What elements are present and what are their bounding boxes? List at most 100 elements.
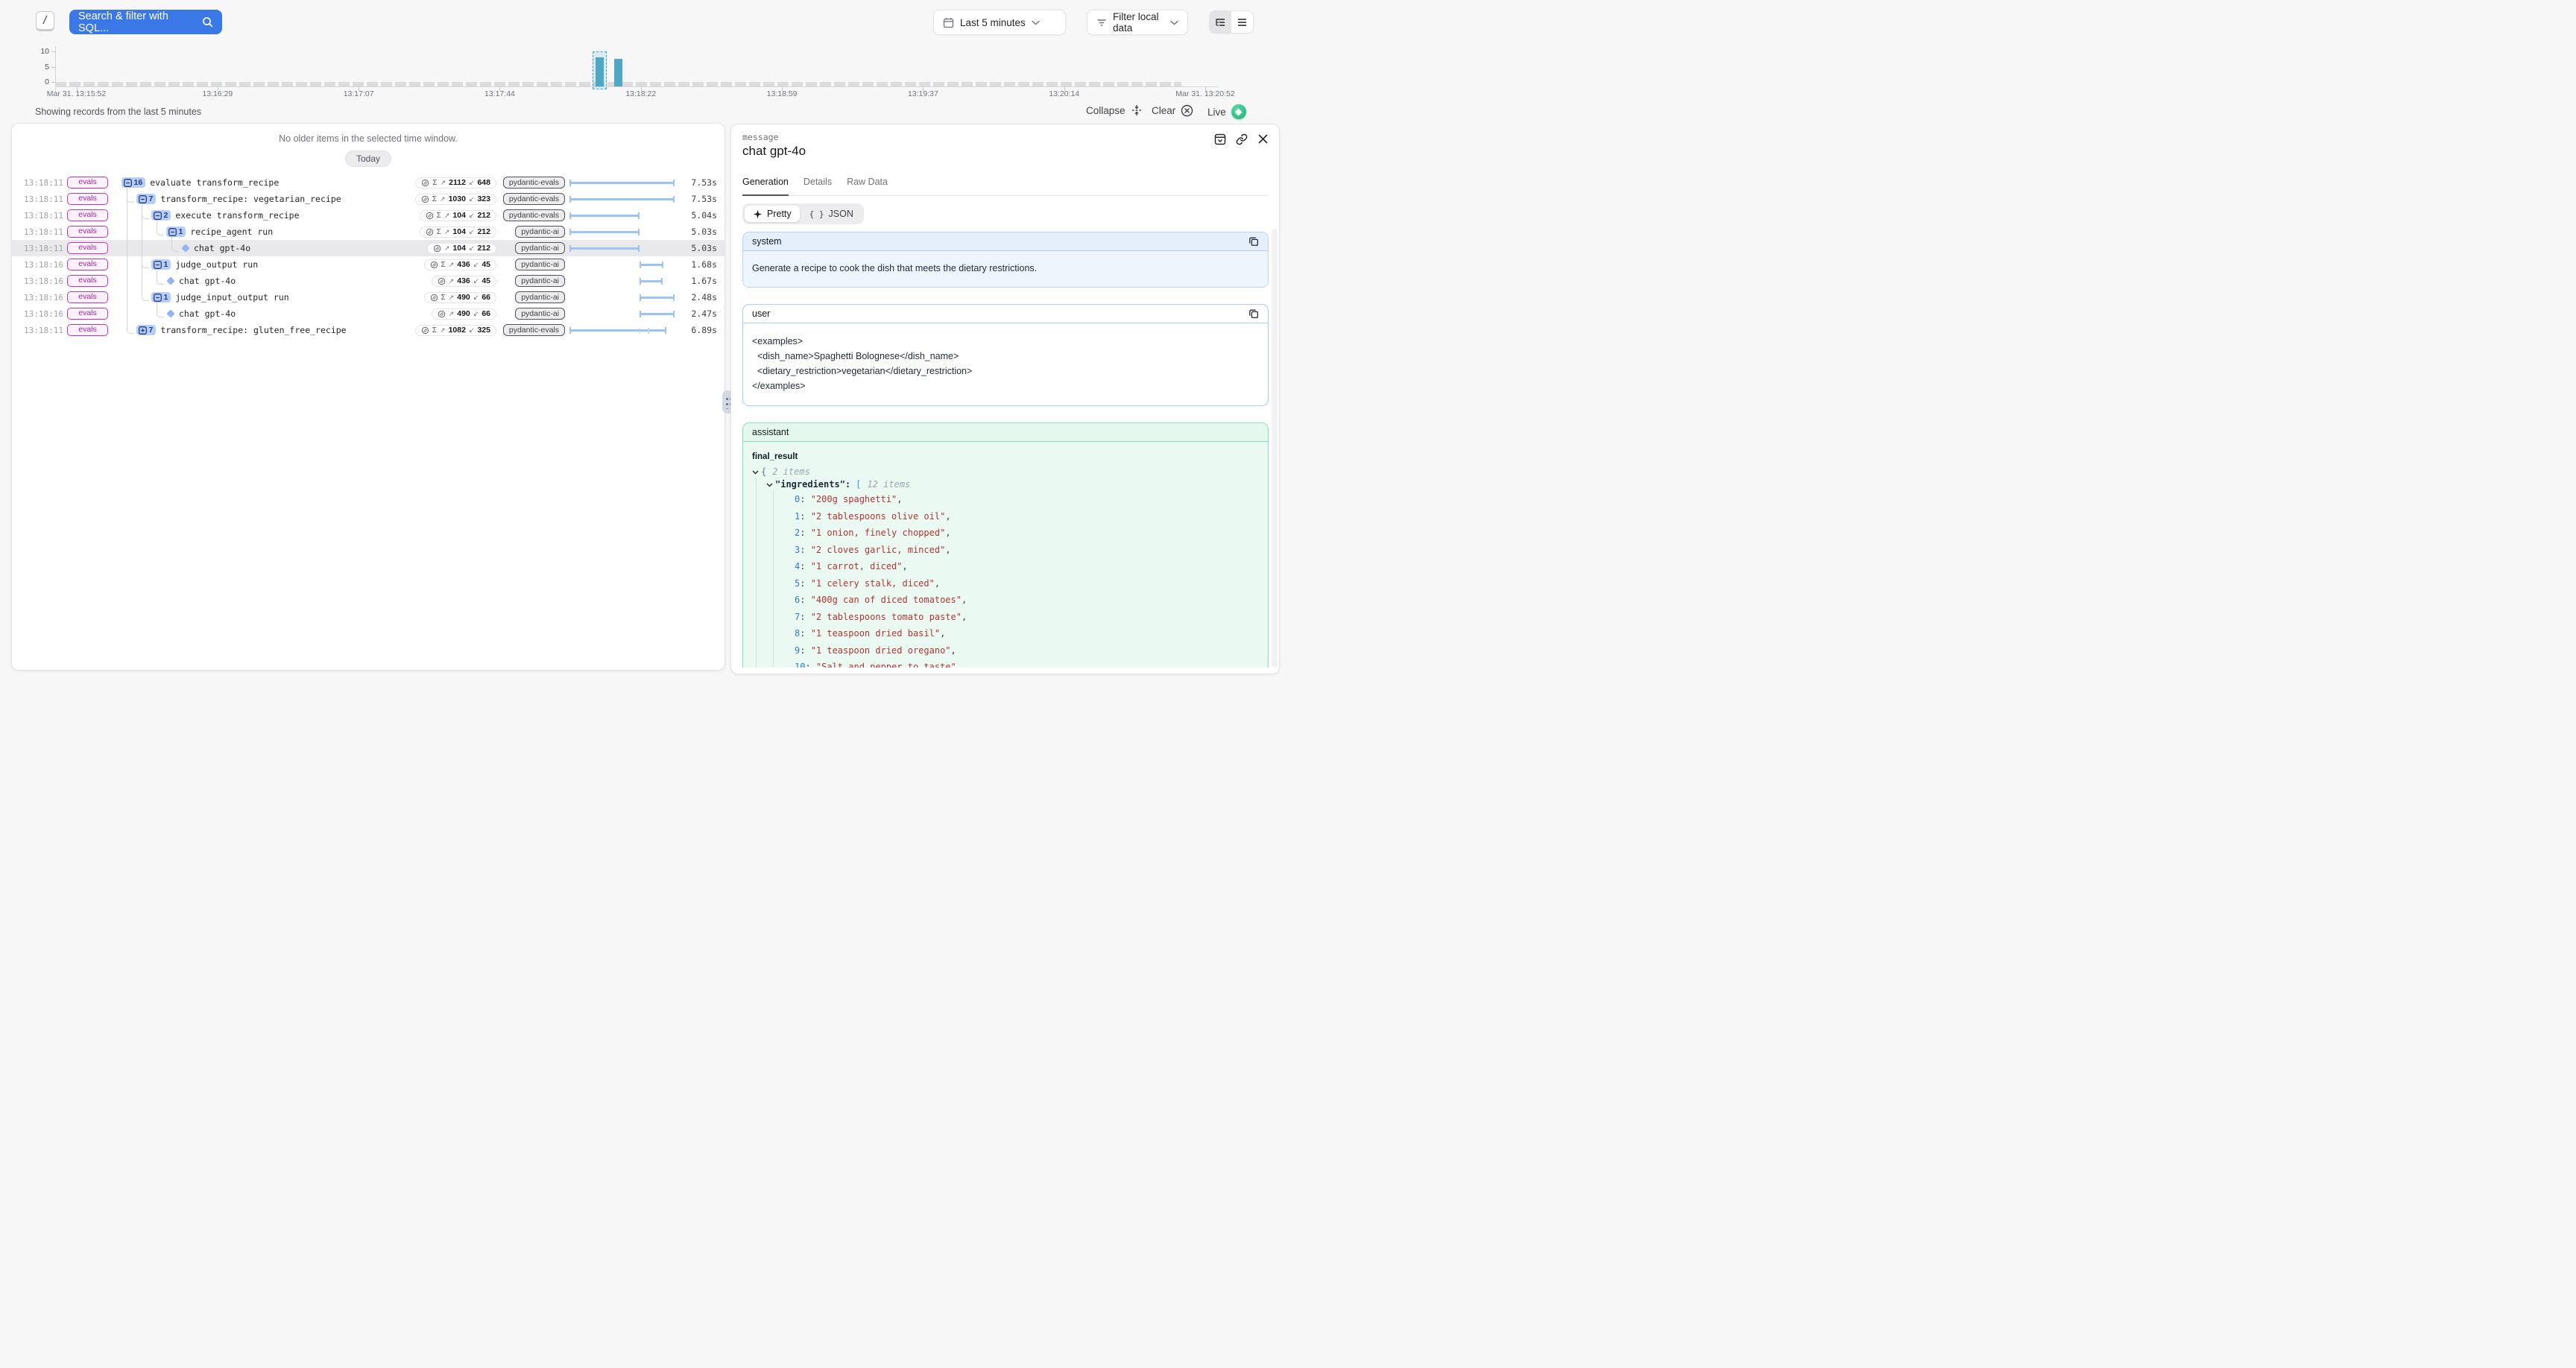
collapse-button[interactable]: Collapse [1086,104,1143,116]
scope-tag[interactable]: pydantic-evals [503,209,565,221]
input-tokens-arrow-icon: ↗ [444,244,450,253]
time-selection-region[interactable] [593,51,607,89]
span-row[interactable]: 13:18:16evalschat gpt-4o↗490↙66pydantic-… [12,305,724,322]
render-mode-toggle: Pretty { } JSON [742,203,864,224]
span-row[interactable]: 13:18:11evals7transform_recipe: gluten_f… [12,322,724,338]
token-usage-badge[interactable]: Σ↗1082↙325 [415,325,496,336]
scope-tag[interactable]: pydantic-ai [515,226,565,238]
tree-view-toggle[interactable] [1210,11,1231,33]
span-row[interactable]: 13:18:16evalschat gpt-4o↗436↙45pydantic-… [12,273,724,289]
token-usage-badge[interactable]: Σ↗1030↙323 [415,194,496,205]
span-row[interactable]: 13:18:11evals1recipe_agent runΣ↗104↙212p… [12,224,724,240]
archive-panel-icon[interactable] [1214,133,1226,145]
duration-bar [569,215,640,218]
pretty-mode-button[interactable]: Pretty [745,206,800,222]
search-button[interactable]: Search & filter with SQL... [69,10,222,34]
project-badge[interactable]: evals [67,324,108,337]
span-label: transform_recipe: vegetarian_recipe [160,194,341,204]
leaf-diamond-icon [166,276,174,285]
scope-tag[interactable]: pydantic-evals [503,193,565,205]
tree-cell: 7 transform_recipe: vegetarian_recipe [113,194,411,204]
token-usage-badge[interactable]: ↗490↙66 [432,308,496,320]
scope-tag[interactable]: pydantic-ai [515,275,565,287]
live-toggle-button[interactable]: Live [1208,104,1246,119]
collapse-chevron-icon[interactable] [752,470,759,475]
tree-view-icon [1215,17,1226,28]
token-usage-badge[interactable]: ↗104↙212 [427,243,496,254]
token-usage-badge[interactable]: Σ↗2112↙648 [415,177,496,189]
span-row[interactable]: 13:18:11evals7transform_recipe: vegetari… [12,191,724,207]
collapse-node-badge[interactable]: 7 [136,194,156,204]
duration-bar-track [569,207,675,224]
span-row[interactable]: 13:18:16evals1judge_input_output runΣ↗49… [12,289,724,305]
clear-button[interactable]: Clear [1152,104,1193,117]
project-badge[interactable]: evals [67,209,108,222]
duration-bar [569,198,675,201]
duration-bar [640,280,663,283]
scope-tag[interactable]: pydantic-ai [515,242,565,254]
copy-icon[interactable] [1248,308,1259,319]
record-count-bar[interactable] [614,59,622,86]
y-axis-tick-label: 10 [27,47,49,56]
tab-generation[interactable]: Generation [742,177,789,196]
input-tokens-arrow-icon: ↗ [449,310,455,318]
json-array-item: 4: "1 carrot, diced", [795,558,1259,575]
collapse-node-badge[interactable]: 16 [121,177,145,188]
project-badge[interactable]: evals [67,226,108,238]
project-badge[interactable]: evals [67,291,108,304]
project-badge[interactable]: evals [67,308,108,320]
token-usage-badge[interactable]: Σ↗490↙66 [424,292,497,303]
project-badge[interactable]: evals [67,259,108,271]
scope-tag[interactable]: pydantic-evals [503,324,565,336]
duration-bar-track [569,305,675,322]
project-badge[interactable]: evals [67,242,108,255]
time-range-dropdown[interactable]: Last 5 minutes [933,10,1066,35]
search-icon [202,16,213,28]
project-badge[interactable]: evals [67,193,108,206]
slash-shortcut-key: / [36,11,54,31]
scope-tag[interactable]: pydantic-ai [515,259,565,270]
token-usage-badge[interactable]: ↗436↙45 [432,276,496,287]
scope-tag[interactable]: pydantic-ai [515,291,565,303]
output-tokens-arrow-icon: ↙ [469,212,475,220]
child-count: 7 [149,194,154,203]
minus-square-icon [168,228,177,236]
collapse-chevron-icon[interactable] [766,483,773,487]
collapse-node-badge[interactable]: 1 [151,259,171,270]
span-row[interactable]: 13:18:16evals1judge_output runΣ↗436↙45py… [12,256,724,273]
token-coin-icon [430,261,438,269]
scope-tag[interactable]: pydantic-evals [503,177,565,189]
token-usage-badge[interactable]: Σ↗436↙45 [424,259,497,270]
today-chip[interactable]: Today [345,151,391,167]
records-timeline-chart[interactable]: 0510Mar 31. 13:15:5213:16:2913:17:0713:1… [0,39,1288,102]
tab-details[interactable]: Details [804,177,832,195]
vertical-scrollbar[interactable] [1272,229,1278,668]
span-label: judge_output run [175,259,258,270]
span-row[interactable]: 13:18:11evalschat gpt-4o↗104↙212pydantic… [12,240,724,256]
open-bracket: [ [856,478,861,491]
span-duration: 1.68s [691,259,717,270]
json-mode-button[interactable]: { } JSON [801,206,862,222]
collapse-node-badge[interactable]: 1 [151,292,171,303]
copy-icon[interactable] [1248,236,1259,247]
project-badge[interactable]: evals [67,275,108,288]
tab-raw-data[interactable]: Raw Data [847,177,888,195]
filter-local-data-dropdown[interactable]: Filter local data [1087,10,1188,35]
no-older-items-notice: No older items in the selected time wind… [12,133,724,144]
span-row[interactable]: 13:18:11evals2execute transform_recipeΣ↗… [12,207,724,224]
span-timestamp: 13:18:16 [24,309,63,319]
token-usage-badge[interactable]: Σ↗104↙212 [420,210,496,221]
tree-elbow-connector [127,194,134,203]
close-icon[interactable] [1257,133,1269,145]
expand-node-badge[interactable]: 7 [136,325,156,335]
messages-scroll-area[interactable]: system Generate a recipe to cook the dis… [731,229,1270,668]
json-array-item: 6: "400g can of diced tomatoes", [795,592,1259,609]
copy-link-icon[interactable] [1236,133,1248,145]
project-badge[interactable]: evals [67,177,108,189]
scope-tag[interactable]: pydantic-ai [515,308,565,320]
span-row[interactable]: 13:18:11evals16evaluate transform_recipe… [12,174,724,191]
collapse-node-badge[interactable]: 1 [166,227,186,237]
collapse-node-badge[interactable]: 2 [151,210,171,221]
token-usage-badge[interactable]: Σ↗104↙212 [420,227,496,238]
list-view-toggle[interactable] [1231,11,1253,33]
